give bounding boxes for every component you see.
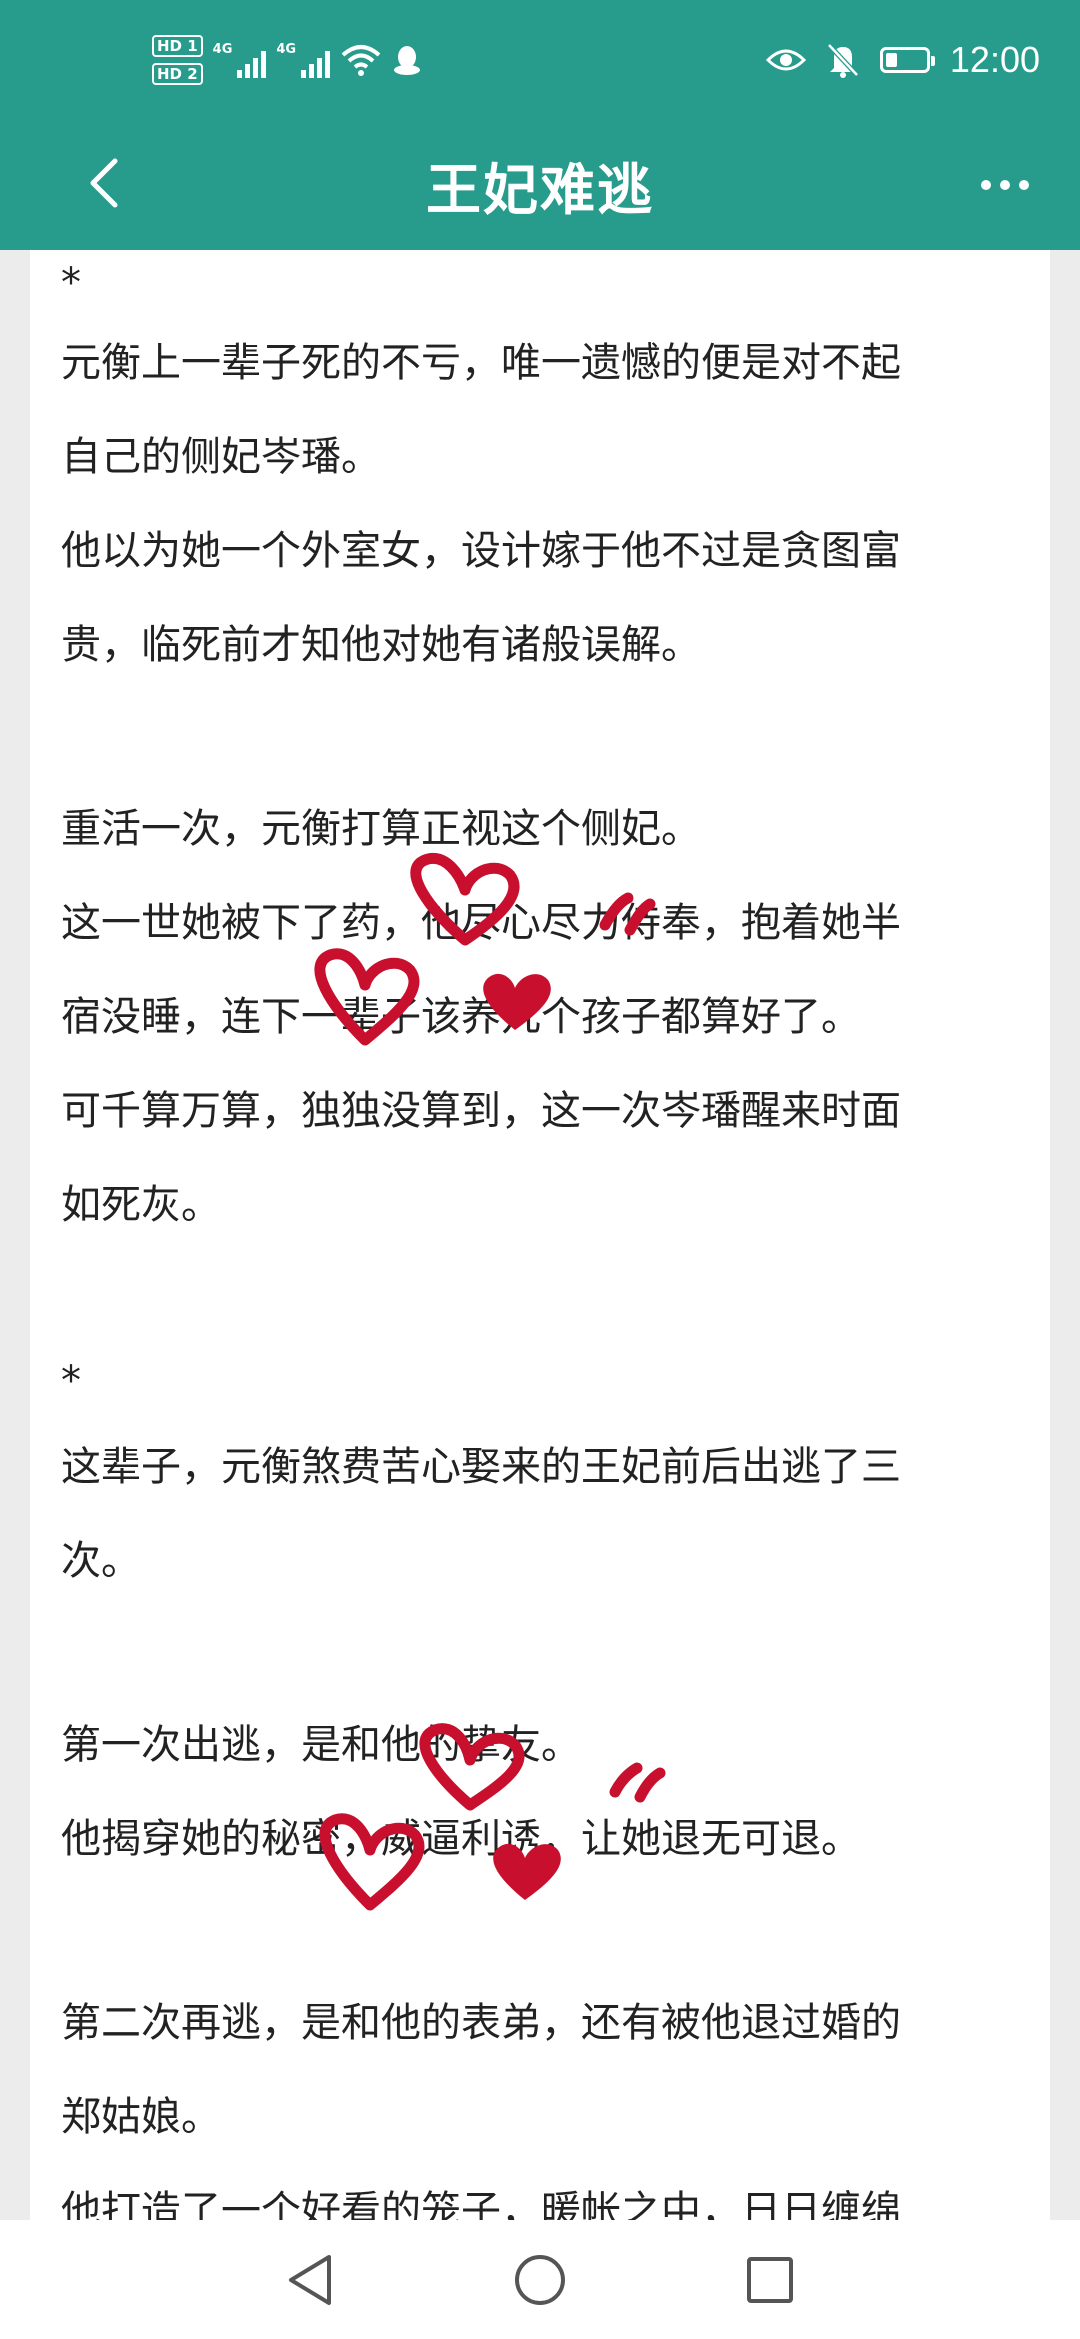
bell-off-icon [827,43,859,78]
nav-home-button[interactable] [500,2240,580,2320]
notification-app-icon [394,46,421,75]
text-line: 他揭穿她的秘密，威逼利诱，让她退无可退。 [61,1816,861,1862]
text-line: 自己的侧妃岑璠。 [61,434,381,480]
network1-label: 4G [212,42,233,57]
text-line: 贵，临死前才知他对她有诸般误解。 [61,622,701,668]
circle-home-icon [515,2254,565,2305]
section-separator: * [61,260,81,306]
text-line: 他打造了一个好看的笼子，暖帐之中，日日缠绵 [61,2188,901,2220]
app-bar: 王妃难逃 [0,120,1080,250]
status-bar: HD 1 HD 2 4G 4G 12:00 [0,0,1080,120]
nav-back-button[interactable] [270,2240,350,2320]
text-line: 第二次再逃，是和他的表弟，还有被他退过婚的 [61,2000,901,2046]
article-page[interactable]: * 元衡上一辈子死的不亏，唯一遗憾的便是对不起 自己的侧妃岑璠。 他以为她一个外… [30,250,1050,2220]
signal-icon: 4G [276,42,331,78]
system-nav-bar [0,2220,1080,2339]
battery-fill [885,53,897,67]
clock: 12:00 [949,39,1040,80]
article-content: * 元衡上一辈子死的不亏，唯一遗憾的便是对不起 自己的侧妃岑璠。 他以为她一个外… [61,250,1041,2220]
text-line: 可千算万算，独独没算到，这一次岑璠醒来时面 [61,1088,901,1134]
sim-indicators: HD 1 HD 2 [152,35,203,85]
text-line: 宿没睡，连下一辈子该养几个孩子都算好了。 [61,994,861,1040]
back-button[interactable] [70,148,140,218]
more-button[interactable] [970,160,1040,210]
nav-recents-button[interactable] [730,2240,810,2320]
text-line: 第一次出逃，是和他的挚友。 [61,1722,581,1768]
sim1-badge: HD 1 [152,35,203,57]
triangle-back-icon [289,2254,331,2305]
eye-icon [765,49,806,71]
text-line: 次。 [61,1538,141,1584]
page-title: 王妃难逃 [425,158,654,222]
chevron-left-icon [90,158,118,208]
signal-icon: 4G [213,42,267,78]
text-line: 这一世她被下了药，他尽心尽力侍奉，抱着她半 [61,900,901,946]
battery-icon [879,47,935,73]
text-line: 元衡上一辈子死的不亏，唯一遗憾的便是对不起 [61,340,901,386]
text-line: 这辈子，元衡煞费苦心娶来的王妃前后出逃了三 [61,1444,901,1490]
text-line: 重活一次，元衡打算正视这个侧妃。 [61,806,701,852]
square-recents-icon [747,2256,793,2303]
section-separator: * [61,1358,81,1404]
more-dots-icon [981,180,1029,190]
text-line: 如死灰。 [61,1182,221,1228]
text-line: 郑姑娘。 [61,2094,221,2140]
network2-label: 4G [276,42,297,57]
status-left: HD 1 HD 2 4G 4G [152,30,422,90]
sim2-badge: HD 2 [152,63,203,85]
wifi-icon [341,45,381,76]
text-line: 他以为她一个外室女，设计嫁于他不过是贪图富 [61,528,901,574]
status-right: 12:00 [765,30,1040,90]
